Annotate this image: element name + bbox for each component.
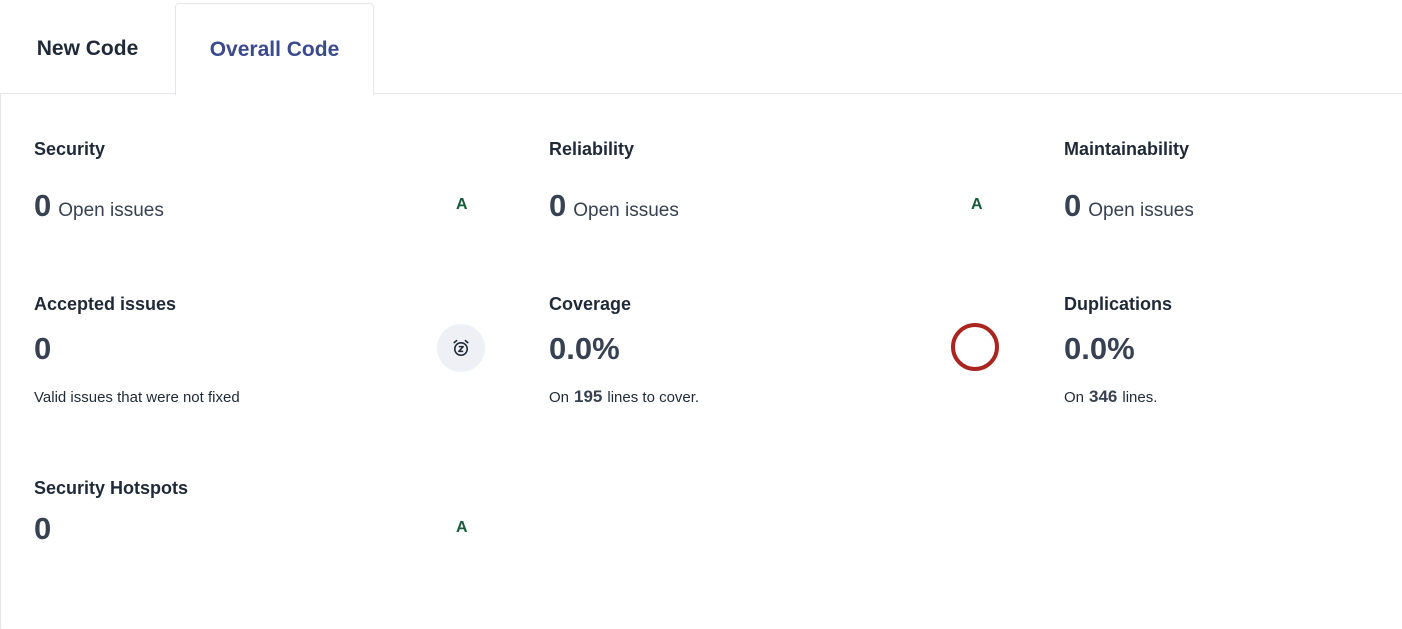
- security-grade[interactable]: A: [456, 196, 468, 214]
- reliability-text: Open issues: [573, 200, 679, 221]
- reliability-grade[interactable]: A: [971, 196, 983, 214]
- maintainability-label: Maintainability: [1064, 139, 1190, 159]
- maintainability-count: 0: [1064, 188, 1082, 223]
- duplications-label: Duplications: [1064, 294, 1173, 314]
- accepted-description-text: Valid issues that were not fixed: [34, 389, 240, 406]
- measures-panel: [0, 93, 1402, 629]
- coverage-lines: On 195 lines to cover.: [549, 387, 699, 407]
- maintainability-text: Open issues: [1088, 200, 1194, 221]
- security-hotspots-grade[interactable]: A: [456, 519, 468, 537]
- reliability-label: Reliability: [549, 139, 635, 159]
- tab-overall-code[interactable]: Overall Code: [175, 3, 374, 95]
- duplications-suffix: lines.: [1122, 389, 1158, 406]
- coverage-prefix: On: [549, 389, 570, 406]
- coverage-lines-count[interactable]: 195: [574, 387, 602, 407]
- duplications-value[interactable]: 0.0%: [1064, 333, 1135, 364]
- maintainability-open-issues[interactable]: 0 Open issues: [1064, 190, 1194, 222]
- code-tabs: New Code Overall Code: [0, 0, 1402, 95]
- security-hotspots-label: Security Hotspots: [34, 478, 189, 498]
- security-open-issues[interactable]: 0 Open issues: [34, 190, 164, 222]
- snooze-alarm-icon: [437, 324, 485, 372]
- security-label: Security: [34, 139, 106, 159]
- duplications-prefix: On: [1064, 389, 1085, 406]
- accepted-issues-description: Valid issues that were not fixed: [34, 389, 240, 406]
- alarm-clock-icon: [453, 339, 469, 356]
- coverage-suffix: lines to cover.: [607, 389, 700, 406]
- coverage-ring-icon: [951, 323, 999, 371]
- reliability-count: 0: [549, 188, 567, 223]
- duplications-lines: On 346 lines.: [1064, 387, 1157, 407]
- security-count: 0: [34, 188, 52, 223]
- coverage-label: Coverage: [549, 294, 632, 314]
- accepted-issues-count[interactable]: 0: [34, 333, 51, 364]
- security-hotspots-count[interactable]: 0: [34, 513, 51, 544]
- duplications-lines-count[interactable]: 346: [1089, 387, 1117, 407]
- measures-overview: New Code Overall Code Security 0 Open is…: [0, 0, 1402, 629]
- reliability-open-issues[interactable]: 0 Open issues: [549, 190, 679, 222]
- security-text: Open issues: [58, 200, 164, 221]
- coverage-value[interactable]: 0.0%: [549, 333, 620, 364]
- accepted-issues-label: Accepted issues: [34, 294, 177, 314]
- tab-new-code[interactable]: New Code: [0, 3, 175, 94]
